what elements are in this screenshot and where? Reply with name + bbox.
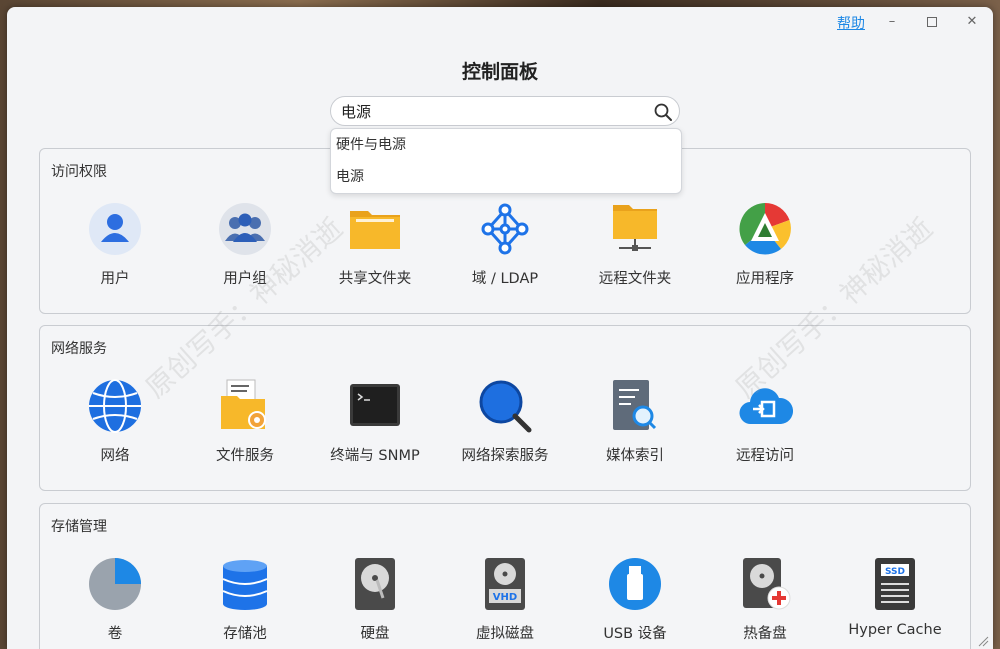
item-virtual-disk[interactable]: VHD 虚拟磁盘 [440, 556, 570, 643]
usb-device-icon [609, 558, 661, 610]
item-label: Hyper Cache [848, 622, 942, 638]
virtual-disk-icon: VHD [485, 558, 525, 610]
item-user-group[interactable]: 用户组 [180, 201, 310, 288]
suggestion-power[interactable]: 电源 [331, 161, 681, 193]
applications-icon [739, 202, 791, 255]
ssd-cache-icon: SSD [875, 558, 915, 610]
item-label: 媒体索引 [606, 448, 664, 464]
item-label: USB 设备 [603, 626, 667, 642]
item-usb-device[interactable]: USB 设备 [570, 556, 700, 643]
close-button[interactable]: ✕ [960, 12, 984, 32]
item-remote-folder[interactable]: 远程文件夹 [570, 201, 700, 288]
item-label: 存储池 [223, 626, 267, 642]
section-title: 网络服务 [51, 341, 107, 357]
terminal-icon [350, 384, 400, 426]
item-label: 用户组 [223, 271, 267, 287]
title-bar: 帮助 – ✕ [7, 7, 993, 39]
storage-pool-icon [222, 560, 268, 610]
item-label: 应用程序 [736, 271, 794, 287]
item-hard-disk[interactable]: 硬盘 [310, 556, 440, 643]
item-label: 共享文件夹 [338, 271, 412, 287]
page-title: 控制面板 [461, 61, 538, 83]
user-icon [89, 203, 141, 255]
item-label: 用户 [100, 271, 130, 287]
item-hyper-cache[interactable]: SSD Hyper Cache [830, 556, 960, 638]
network-discovery-icon [479, 380, 532, 433]
item-label: 虚拟磁盘 [476, 626, 534, 642]
item-network[interactable]: 网络 [50, 378, 180, 465]
item-volume[interactable]: 卷 [50, 556, 180, 643]
item-label: 域 / LDAP [471, 271, 539, 287]
minimize-button[interactable]: – [880, 12, 904, 32]
control-panel-window: 帮助 – ✕ 控制面板 硬件与电源 电源 访问权限 用户 [7, 7, 993, 649]
search-icon[interactable] [653, 102, 673, 122]
item-label: 远程访问 [736, 448, 794, 464]
volume-pie-icon [89, 558, 141, 610]
domain-ldap-icon [481, 203, 529, 255]
ssd-label: SSD [885, 567, 905, 577]
media-index-icon [613, 380, 657, 430]
resize-grip-icon[interactable] [977, 635, 989, 647]
hard-disk-icon [355, 558, 395, 610]
section-network-services: 网络服务 网络 文件服务 终端与 SNMP 网络探索服务 媒体索引 远程访问 [39, 325, 971, 491]
item-label: 网络 [100, 448, 130, 464]
remote-access-cloud-icon [739, 388, 794, 425]
item-label: 硬盘 [360, 626, 390, 642]
maximize-button[interactable] [920, 12, 944, 32]
item-shared-folder[interactable]: 共享文件夹 [310, 201, 440, 288]
item-terminal-snmp[interactable]: 终端与 SNMP [310, 378, 440, 465]
item-label: 远程文件夹 [598, 271, 672, 287]
item-file-services[interactable]: 文件服务 [180, 378, 310, 465]
remote-folder-icon [613, 205, 657, 251]
section-title: 存储管理 [51, 519, 107, 535]
item-remote-access[interactable]: 远程访问 [700, 378, 830, 465]
vhd-label: VHD [493, 592, 517, 603]
maximize-icon [927, 17, 937, 27]
user-group-icon [219, 203, 271, 255]
item-label: 网络探索服务 [461, 448, 549, 464]
item-label: 热备盘 [743, 626, 787, 642]
item-label: 终端与 SNMP [330, 448, 420, 464]
search-input[interactable] [341, 102, 641, 120]
search-box [330, 96, 680, 126]
search-suggestions: 硬件与电源 电源 [330, 128, 682, 194]
item-media-index[interactable]: 媒体索引 [570, 378, 700, 465]
item-network-discovery[interactable]: 网络探索服务 [440, 378, 570, 465]
item-label: 文件服务 [216, 448, 274, 464]
item-label: 卷 [107, 626, 123, 642]
help-link[interactable]: 帮助 [837, 13, 865, 33]
item-user[interactable]: 用户 [50, 201, 180, 288]
file-services-icon [221, 379, 266, 429]
item-hot-spare[interactable]: 热备盘 [700, 556, 830, 643]
section-storage: 存储管理 卷 存储池 硬盘 VHD 虚拟磁盘 USB 设备 热备盘 SSD Hy… [39, 503, 971, 649]
suggestion-hardware-power[interactable]: 硬件与电源 [331, 129, 681, 161]
network-globe-icon [89, 379, 141, 433]
item-domain-ldap[interactable]: 域 / LDAP [440, 201, 570, 288]
shared-folder-icon [350, 211, 400, 249]
item-applications[interactable]: 应用程序 [700, 201, 830, 288]
hot-spare-icon [743, 558, 791, 610]
item-storage-pool[interactable]: 存储池 [180, 556, 310, 643]
section-title: 访问权限 [51, 164, 107, 180]
